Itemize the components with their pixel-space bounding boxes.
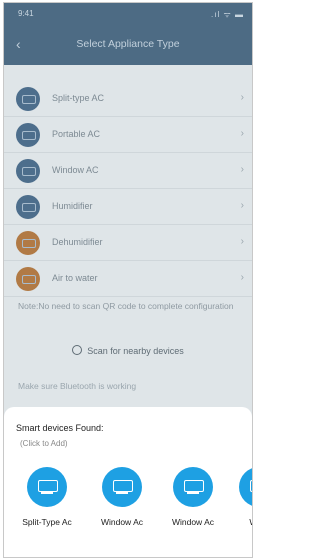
appliance-item-split-ac[interactable]: Split-type AC › bbox=[4, 81, 252, 117]
appliance-label: Dehumidifier bbox=[52, 237, 103, 247]
air-to-water-icon bbox=[16, 267, 40, 291]
appliance-label: Portable AC bbox=[52, 129, 101, 139]
appliance-item-air-to-water[interactable]: Air to water › bbox=[4, 261, 252, 297]
appliance-list: Split-type AC › Portable AC › Window AC … bbox=[4, 81, 252, 297]
chevron-right-icon: › bbox=[240, 272, 244, 283]
sheet-subheading: (Click to Add) bbox=[20, 439, 68, 448]
device-name: Window Ac bbox=[171, 517, 215, 527]
device-item[interactable]: Window Ac bbox=[87, 467, 157, 527]
device-item[interactable]: Wind bbox=[224, 467, 252, 527]
device-carousel: Split-Type Ac Window Ac Window Ac Wind bbox=[4, 467, 252, 547]
appliance-label: Air to water bbox=[52, 273, 98, 283]
page-title: Select Appliance Type bbox=[76, 38, 180, 50]
portable-ac-icon bbox=[16, 123, 40, 147]
device-name: Window Ac bbox=[100, 517, 144, 527]
chevron-right-icon: › bbox=[240, 128, 244, 139]
device-item[interactable]: Split-Type Ac bbox=[12, 467, 82, 527]
status-bar: 9:41 .ıl ᯤ ▬ bbox=[4, 3, 252, 25]
appliance-item-window-ac[interactable]: Window AC › bbox=[4, 153, 252, 189]
scan-nearby-button[interactable]: Scan for nearby devices bbox=[4, 345, 252, 373]
chevron-right-icon: › bbox=[240, 92, 244, 103]
appliance-item-portable-ac[interactable]: Portable AC › bbox=[4, 117, 252, 153]
chevron-right-icon: › bbox=[240, 200, 244, 211]
chevron-right-icon: › bbox=[240, 236, 244, 247]
appliance-label: Humidifier bbox=[52, 201, 93, 211]
scan-icon bbox=[72, 345, 83, 355]
qr-note: Note:No need to scan QR code to complete… bbox=[18, 301, 234, 311]
app-header: ‹ Select Appliance Type bbox=[4, 25, 252, 65]
split-ac-icon bbox=[16, 87, 40, 111]
sheet-heading: Smart devices Found: bbox=[16, 423, 104, 433]
device-item[interactable]: Window Ac bbox=[158, 467, 228, 527]
humidifier-icon bbox=[16, 195, 40, 219]
device-name: Wind bbox=[224, 517, 252, 527]
ac-device-icon bbox=[27, 467, 67, 507]
appliance-label: Split-type AC bbox=[52, 93, 105, 103]
scan-button-label: Scan for nearby devices bbox=[87, 346, 184, 356]
bluetooth-note: Make sure Bluetooth is working bbox=[18, 381, 137, 391]
appliance-label: Window AC bbox=[52, 165, 99, 175]
ac-device-icon bbox=[102, 467, 142, 507]
devices-found-sheet: Smart devices Found: (Click to Add) Spli… bbox=[4, 407, 252, 557]
appliance-item-dehumidifier[interactable]: Dehumidifier › bbox=[4, 225, 252, 261]
status-icons: .ıl ᯤ ▬ bbox=[211, 10, 244, 19]
ac-device-icon bbox=[239, 467, 252, 507]
dehumidifier-icon bbox=[16, 231, 40, 255]
device-name: Split-Type Ac bbox=[22, 517, 72, 527]
ac-device-icon bbox=[173, 467, 213, 507]
appliance-item-humidifier[interactable]: Humidifier › bbox=[4, 189, 252, 225]
window-ac-icon bbox=[16, 159, 40, 183]
phone-frame: 9:41 .ıl ᯤ ▬ ‹ Select Appliance Type Spl… bbox=[3, 2, 253, 558]
chevron-right-icon: › bbox=[240, 164, 244, 175]
status-time: 9:41 bbox=[18, 9, 34, 18]
